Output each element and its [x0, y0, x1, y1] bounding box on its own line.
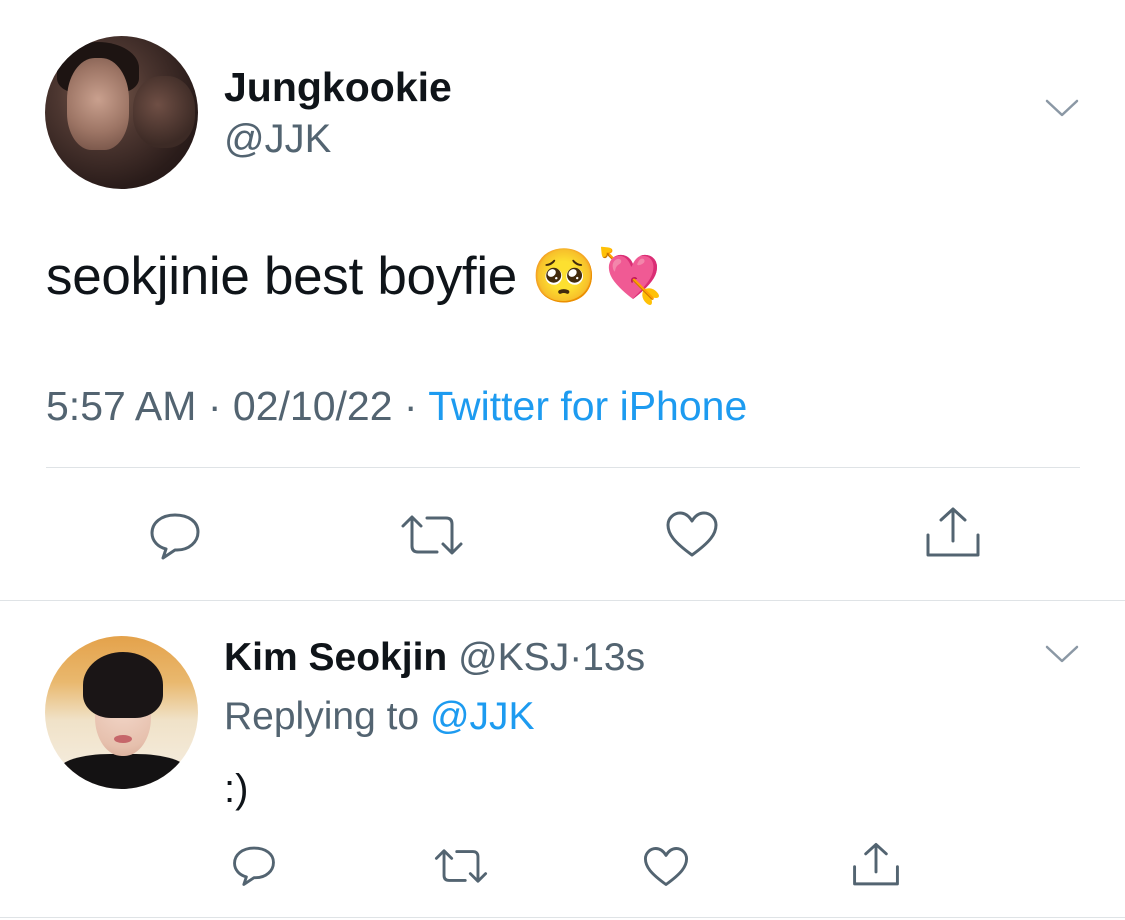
reply-text: :) [224, 767, 249, 811]
reply-age[interactable]: 13s [582, 636, 645, 679]
share-icon[interactable] [851, 841, 901, 889]
meta-separator: · [207, 383, 222, 429]
heart-icon[interactable] [642, 845, 690, 888]
divider [0, 917, 1125, 918]
replying-to: Replying to @JJK [224, 695, 535, 739]
retweet-icon[interactable] [433, 846, 489, 886]
reply-header: Kim Seokjin @KSJ·13s [224, 636, 645, 680]
reply-author-display-name[interactable]: Kim Seokjin [224, 636, 447, 679]
retweet-icon[interactable] [399, 512, 465, 558]
chevron-down-icon[interactable] [1044, 96, 1080, 120]
author-display-name[interactable]: Jungkookie [224, 64, 452, 111]
replying-to-mention[interactable]: @JJK [430, 695, 535, 738]
share-icon[interactable] [924, 505, 982, 561]
meta-separator: · [569, 636, 583, 679]
chevron-down-icon[interactable] [1044, 642, 1080, 666]
author-avatar[interactable] [45, 36, 198, 189]
reply-icon[interactable] [230, 843, 278, 887]
replying-to-label: Replying to [224, 695, 420, 738]
tweet-source-link[interactable]: Twitter for iPhone [428, 383, 747, 429]
divider [0, 600, 1125, 601]
divider [46, 467, 1080, 468]
reply-icon[interactable] [147, 509, 203, 561]
reply-author-avatar[interactable] [45, 636, 198, 789]
tweet-date[interactable]: 02/10/22 [233, 383, 393, 429]
tweet-meta: 5:57 AM · 02/10/22 · Twitter for iPhone [46, 383, 747, 430]
author-handle[interactable]: @JJK [224, 117, 331, 162]
tweet-text: seokjinie best boyfie 🥺💘 [46, 247, 663, 306]
heart-icon[interactable] [664, 509, 720, 559]
reply-author-handle[interactable]: @KSJ [458, 636, 569, 679]
tweet-time[interactable]: 5:57 AM [46, 383, 196, 429]
meta-separator: · [403, 383, 418, 429]
